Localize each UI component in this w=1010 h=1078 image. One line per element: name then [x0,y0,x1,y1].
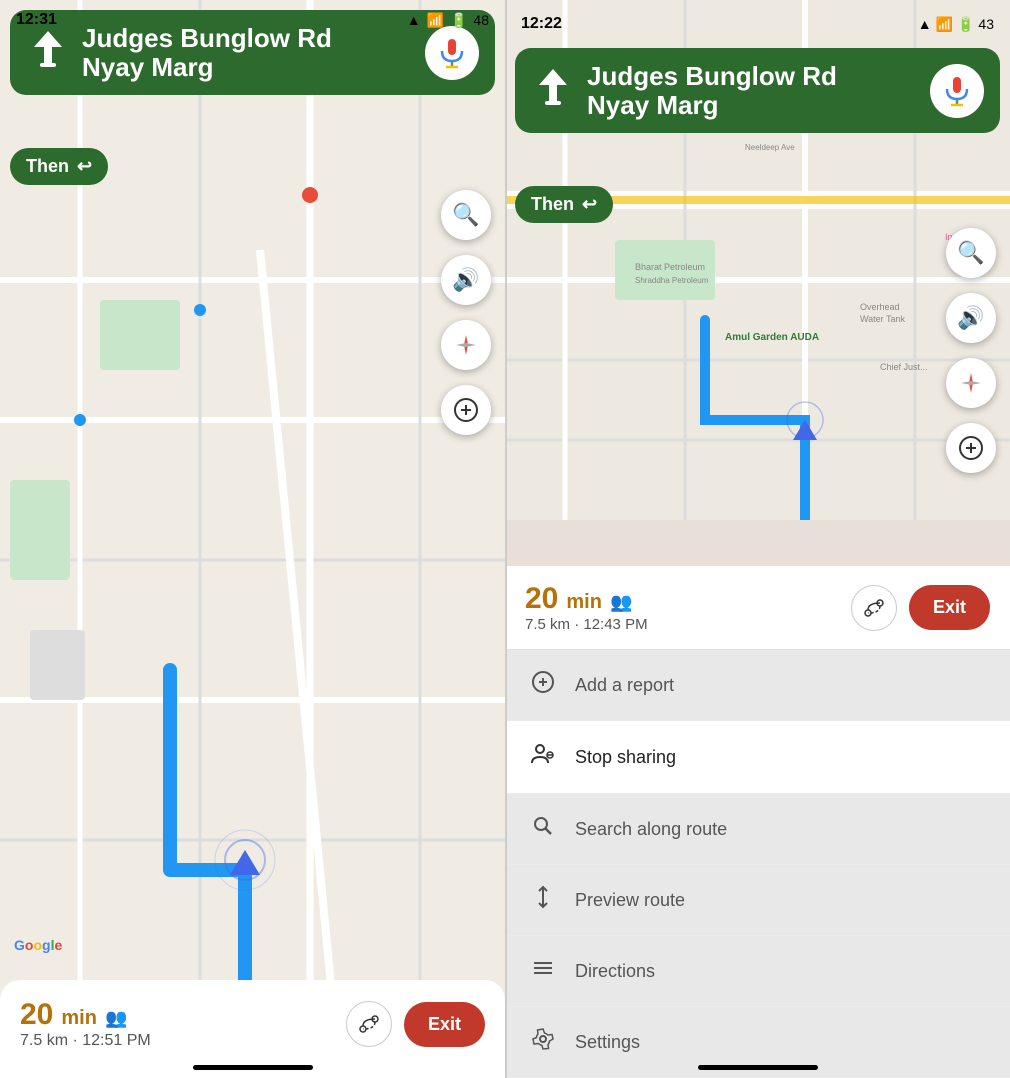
menu-container: Add a report Stop sharing Search along rou… [505,650,1010,1078]
menu-label-search-route: Search along route [575,819,727,840]
menu-icon-add-report [529,670,557,700]
then-chip-left: Then ↩ [10,148,108,185]
eta-actions-left: Exit [346,1001,485,1047]
eta-unit-right: min [566,591,602,614]
left-map-panel: 12:31 ▲ 📶 🔋 48 Judges Bunglow Rd Nyay Ma… [0,0,505,1078]
compass-button-left[interactable] [441,320,491,370]
time-right: 12:22 [521,15,562,33]
route-options-button-right[interactable] [851,585,897,631]
svg-text:Shraddha Petroleum: Shraddha Petroleum [635,276,709,285]
menu-icon-directions [529,956,557,986]
eta-minutes-left: 20 [20,998,53,1032]
direction-arrow-right [531,65,575,117]
eta-main-left: 20 min 👥 [20,998,151,1032]
turn-arrow-right: ↩ [582,194,597,215]
home-indicator-right [698,1065,818,1070]
street-name-2-right: Nyay Marg [587,91,918,120]
chat-button-left[interactable] [441,385,491,435]
menu-item-search-route[interactable]: Search along route [505,794,1010,865]
wifi-icon-right: 📶 [936,16,953,33]
menu-item-stop-sharing[interactable]: Stop sharing [505,721,1010,794]
eta-main-right: 20 min 👥 [525,582,648,616]
status-icons-right: ▲ 📶 🔋 43 [918,16,994,33]
menu-item-directions[interactable]: Directions [505,936,1010,1007]
location-icon-left: ▲ [407,12,421,28]
nav-direction-right: Judges Bunglow Rd Nyay Marg [587,62,918,119]
status-bar-right: 12:22 ▲ 📶 🔋 43 [505,0,1010,48]
then-label-left: Then [26,156,69,177]
eta-detail-left: 7.5 km · 12:51 PM [20,1032,151,1050]
status-bar-left: 12:31 ▲ 📶 🔋 48 [0,0,505,40]
menu-icon-preview-route [529,885,557,915]
menu-label-preview-route: Preview route [575,890,685,911]
share-icon-right: 👥 [610,592,632,613]
street-name-2-left: Nyay Marg [82,53,413,82]
mic-button-right[interactable] [930,64,984,118]
panel-divider [505,0,507,1078]
menu-icon-settings [529,1027,557,1057]
time-left: 12:31 [16,11,57,29]
sound-button-right[interactable]: 🔊 [946,293,996,343]
menu-label-directions: Directions [575,961,655,982]
svg-text:Overhead: Overhead [860,302,900,312]
right-map-panel: Bharat Petroleum Shraddha Petroleum Amul… [505,0,1010,1078]
location-icon-right: ▲ [918,16,932,32]
street-name-1-right: Judges Bunglow Rd [587,62,918,91]
eta-detail-right: 7.5 km · 12:43 PM [525,616,648,633]
battery-icon-left: 🔋 [450,12,467,29]
svg-text:Chief Just...: Chief Just... [880,362,928,372]
menu-label-stop-sharing: Stop sharing [575,747,676,768]
battery-pct-left: 48 [473,12,489,28]
search-button-left[interactable]: 🔍 [441,190,491,240]
eta-row-left: 20 min 👥 7.5 km · 12:51 PM [20,998,485,1050]
google-logo-left: Google [14,937,62,953]
svg-text:Water Tank: Water Tank [860,314,906,324]
menu-label-settings: Settings [575,1032,640,1053]
eta-minutes-right: 20 [525,582,558,616]
bottom-panel-right: 20 min 👥 7.5 km · 12:43 PM [505,566,1010,1078]
home-indicator-left [193,1065,313,1070]
menu-item-add-report[interactable]: Add a report [505,650,1010,721]
eta-unit-left: min [61,1007,97,1030]
menu-label-add-report: Add a report [575,675,674,696]
svg-text:Neeldeep Ave: Neeldeep Ave [745,143,795,152]
eta-actions-right: Exit [851,585,990,631]
turn-arrow-left: ↩ [77,156,92,177]
battery-pct-right: 43 [978,16,994,32]
bottom-bar-left: 20 min 👥 7.5 km · 12:51 PM [0,980,505,1078]
eta-info-right: 20 min 👥 7.5 km · 12:43 PM [525,582,648,633]
search-button-right[interactable]: 🔍 [946,228,996,278]
route-options-button-left[interactable] [346,1001,392,1047]
nav-header-right: Judges Bunglow Rd Nyay Marg [515,48,1000,133]
menu-item-preview-route[interactable]: Preview route [505,865,1010,936]
exit-button-left[interactable]: Exit [404,1002,485,1047]
wifi-icon-left: 📶 [427,12,444,29]
menu-icon-stop-sharing [529,741,557,773]
status-icons-left: ▲ 📶 🔋 48 [407,12,489,29]
battery-icon-right: 🔋 [957,16,974,33]
chat-button-right[interactable] [946,423,996,473]
share-icon-left: 👥 [105,1008,127,1029]
eta-info-left: 20 min 👥 7.5 km · 12:51 PM [20,998,151,1050]
svg-text:Amul Garden AUDA: Amul Garden AUDA [725,332,819,343]
sound-button-left[interactable]: 🔊 [441,255,491,305]
then-chip-right: Then ↩ [515,186,613,223]
eta-section-right: 20 min 👥 7.5 km · 12:43 PM [505,566,1010,650]
then-label-right: Then [531,194,574,215]
menu-icon-search-route [529,814,557,844]
compass-button-right[interactable] [946,358,996,408]
exit-button-right[interactable]: Exit [909,585,990,630]
svg-text:Bharat Petroleum: Bharat Petroleum [635,262,705,272]
